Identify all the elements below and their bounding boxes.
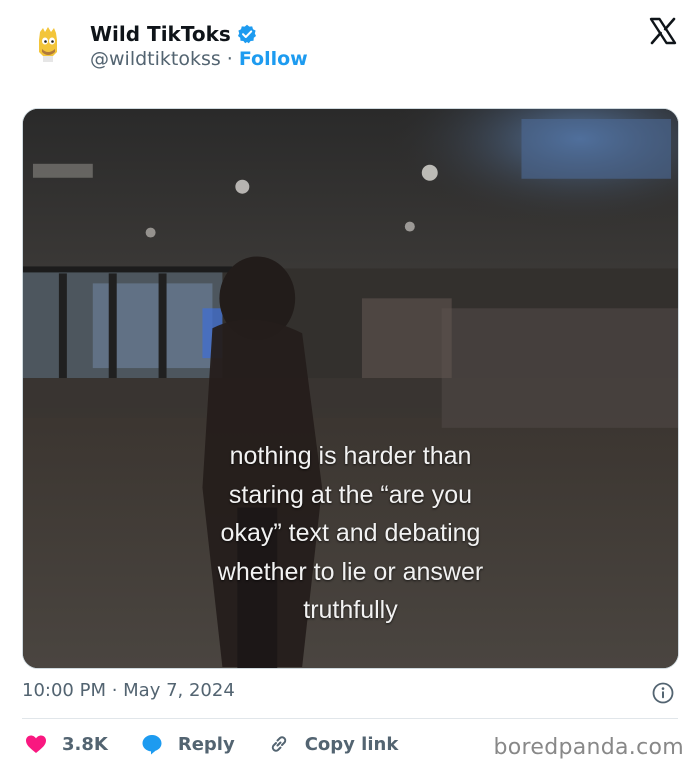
verified-badge-icon bbox=[237, 24, 257, 44]
tweet-media[interactable]: nothing is harder than staring at the “a… bbox=[22, 108, 679, 669]
link-icon bbox=[271, 736, 286, 752]
divider bbox=[22, 718, 678, 719]
author-name[interactable]: Wild TikToks bbox=[90, 22, 231, 46]
follow-button[interactable]: Follow bbox=[239, 48, 308, 70]
copy-link-label: Copy link bbox=[304, 733, 399, 755]
copy-link-button[interactable]: Copy link bbox=[267, 732, 399, 756]
tweet-timestamp[interactable]: 10:00 PM · May 7, 2024 bbox=[22, 680, 235, 701]
separator-dot: · bbox=[226, 48, 233, 70]
watermark: boredpanda.com bbox=[493, 735, 684, 760]
caption-line: whether to lie or answer bbox=[217, 557, 484, 586]
info-icon[interactable] bbox=[652, 682, 674, 704]
media-caption: nothing is harder than staring at the “a… bbox=[23, 437, 678, 630]
heart-icon bbox=[26, 735, 46, 753]
avatar[interactable] bbox=[26, 22, 70, 66]
caption-line: staring at the “are you bbox=[228, 480, 473, 509]
tweet-header: Wild TikToks @wildtiktokss · Follow bbox=[0, 0, 700, 96]
like-button[interactable]: 3.8K bbox=[24, 732, 108, 756]
caption-line: truthfully bbox=[303, 596, 398, 624]
tweet-actions: 3.8K Reply Copy link bbox=[24, 732, 430, 756]
reply-bubble-icon bbox=[142, 735, 162, 755]
reply-label: Reply bbox=[177, 733, 235, 755]
reply-button[interactable]: Reply bbox=[140, 732, 235, 756]
author-name-row: Wild TikToks bbox=[90, 22, 257, 46]
like-count: 3.8K bbox=[62, 733, 108, 755]
x-logo-icon[interactable] bbox=[648, 16, 678, 46]
caption-line: nothing is harder than bbox=[229, 442, 472, 470]
caption-line: okay” text and debating bbox=[220, 519, 481, 547]
author-handle[interactable]: @wildtiktokss bbox=[90, 48, 221, 70]
handle-row: @wildtiktokss · Follow bbox=[90, 48, 308, 70]
